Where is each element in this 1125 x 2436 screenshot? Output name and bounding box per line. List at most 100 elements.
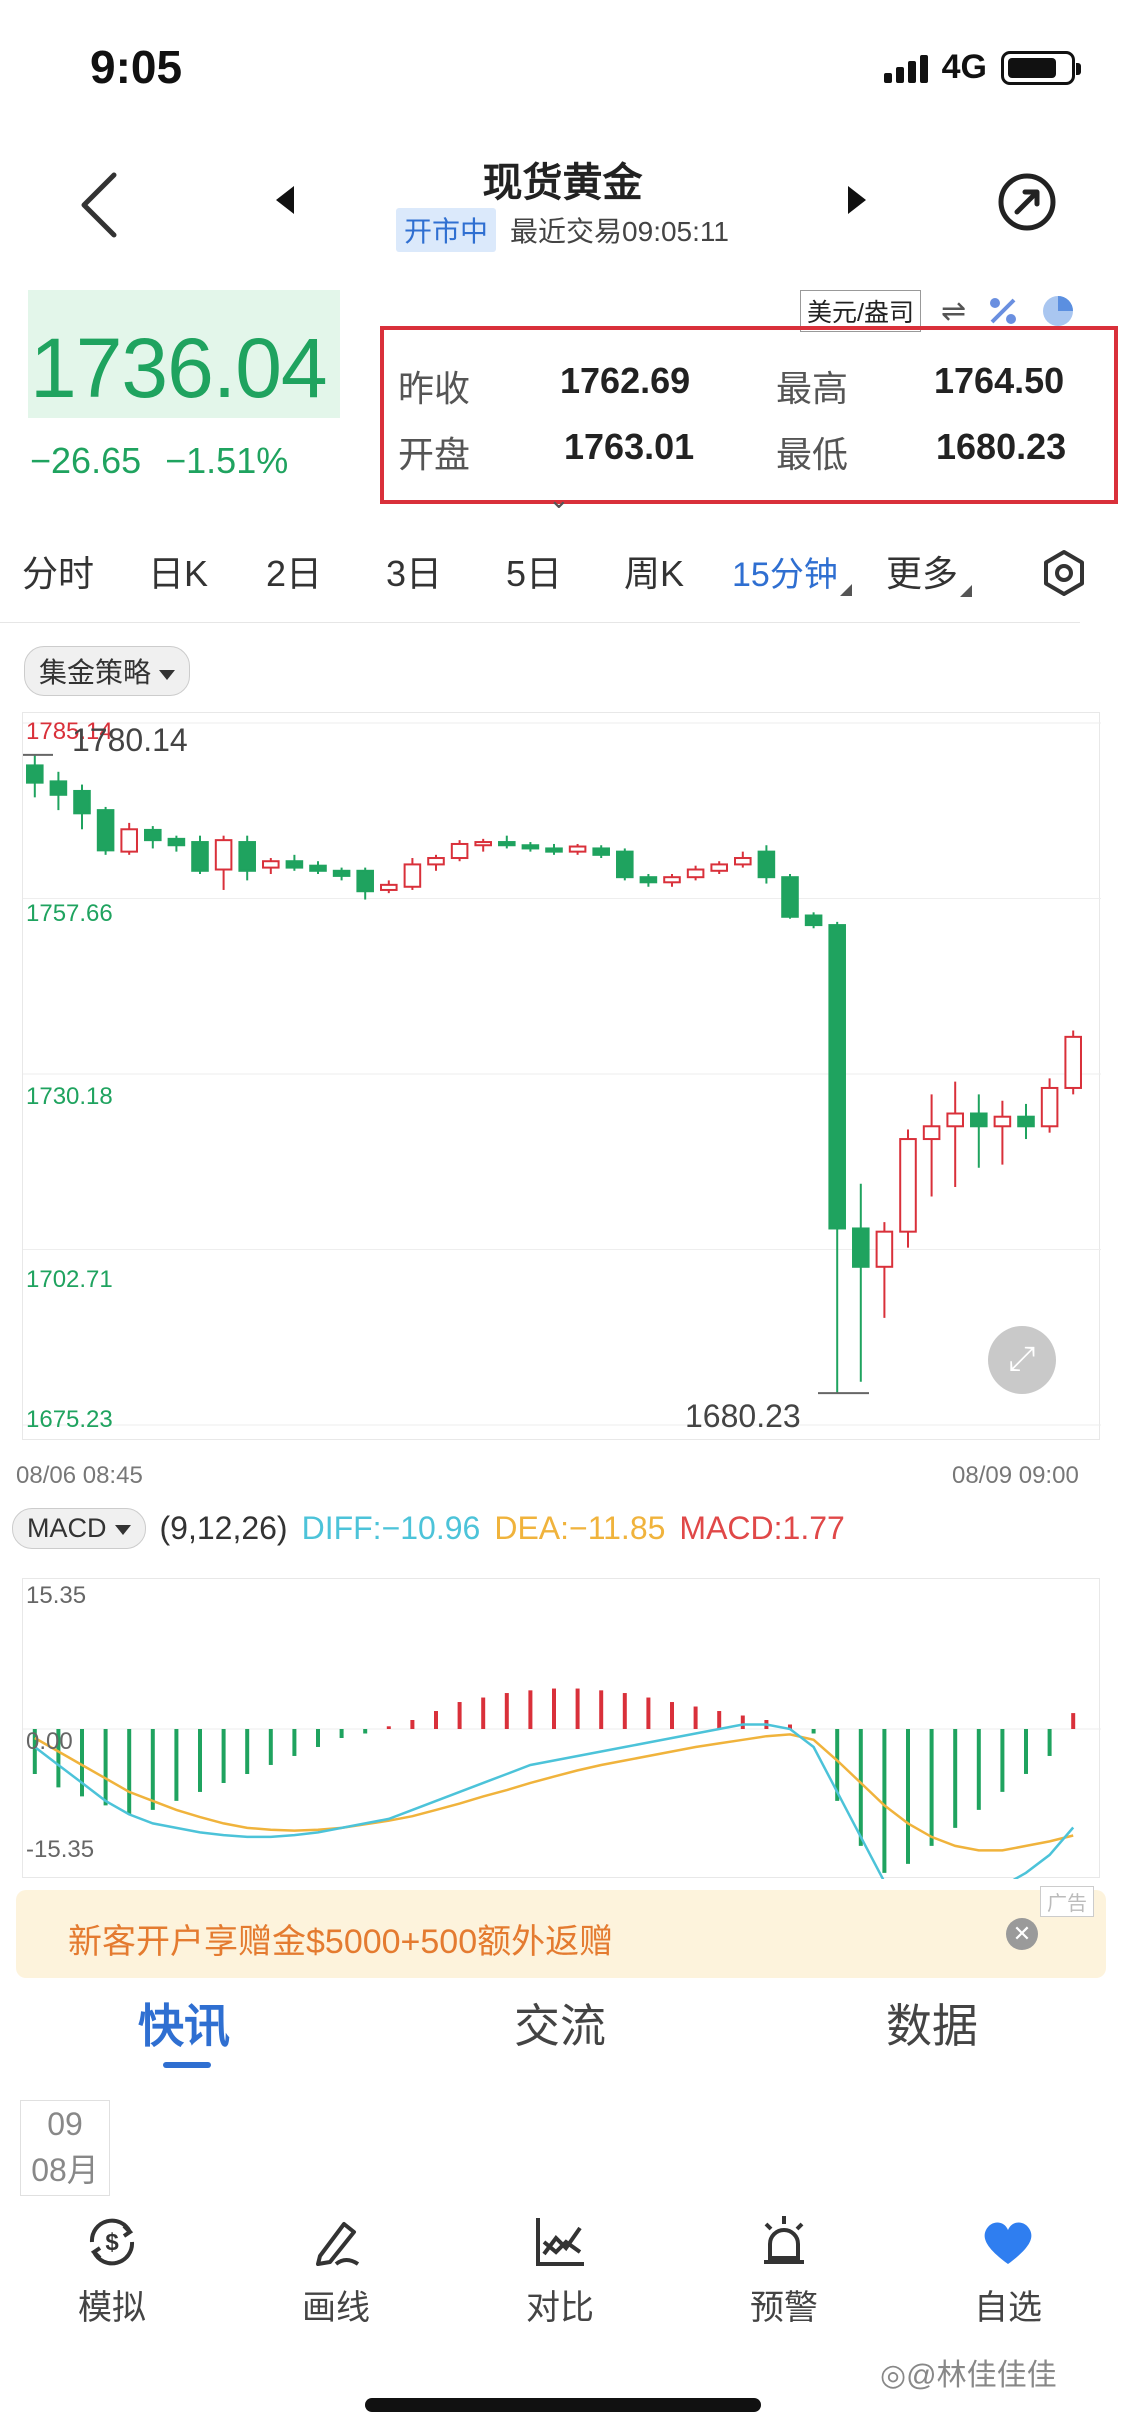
macd-y-top: 15.35 bbox=[26, 1582, 87, 1609]
divider bbox=[0, 622, 1080, 623]
heart-icon bbox=[984, 2222, 1032, 2264]
candle-body bbox=[710, 863, 728, 872]
tab-weekly-k[interactable]: 周K bbox=[624, 545, 684, 597]
candle-body bbox=[639, 876, 658, 884]
y-axis-label: 1675.23 bbox=[26, 1406, 113, 1433]
candle-body bbox=[96, 809, 115, 852]
candle-body bbox=[1040, 1086, 1059, 1128]
candle-body bbox=[592, 847, 610, 856]
candle-body bbox=[403, 863, 422, 888]
chevron-down-icon[interactable]: ⌄ bbox=[548, 484, 570, 515]
candle-body bbox=[993, 1115, 1012, 1128]
tab-2-day[interactable]: 2日 bbox=[266, 545, 322, 597]
macd-diff: DIFF:−10.96 bbox=[301, 1510, 481, 1546]
alarm-icon bbox=[764, 2216, 804, 2264]
tab-more[interactable]: 更多 bbox=[886, 545, 973, 597]
strategy-selector[interactable]: 集金策略 bbox=[24, 646, 191, 696]
pie-chart-icon[interactable] bbox=[1040, 293, 1076, 329]
expand-icon[interactable]: ⤢ bbox=[988, 1326, 1056, 1394]
candle-body bbox=[144, 828, 162, 842]
market-status-line: 开市中 最近交易09:05:11 bbox=[0, 208, 1125, 252]
candle-body bbox=[427, 857, 445, 866]
candlestick-svg bbox=[23, 722, 1101, 1426]
tab-discussion[interactable]: 交流 bbox=[514, 1990, 606, 2056]
promo-banner[interactable]: 新客开户享赠金$5000+500额外返赠 ✕ bbox=[16, 1890, 1106, 1978]
candle-body bbox=[450, 842, 469, 860]
dropdown-corner-icon bbox=[960, 585, 973, 597]
macd-chart[interactable] bbox=[22, 1578, 1101, 1902]
candle-body bbox=[356, 869, 374, 893]
candle-body bbox=[167, 837, 186, 847]
nav-draw[interactable]: 画线 bbox=[256, 2200, 416, 2329]
macd-y-mid: 0.00 bbox=[26, 1728, 73, 1755]
nav-alert[interactable]: 预警 bbox=[704, 2200, 864, 2329]
candle-body bbox=[804, 914, 823, 927]
dropdown-icon bbox=[159, 669, 176, 680]
status-icons: 4G bbox=[883, 48, 1081, 87]
date-day: 09 bbox=[47, 2106, 83, 2142]
candle-body bbox=[734, 857, 752, 866]
candle-body bbox=[26, 764, 44, 784]
tab-daily-k[interactable]: 日K bbox=[148, 545, 208, 597]
candle-body bbox=[332, 869, 351, 877]
candle-body bbox=[1017, 1115, 1035, 1128]
macd-legend: MACD (9,12,26) DIFF:−10.96 DEA:−11.85 MA… bbox=[12, 1508, 845, 1549]
date-month: 08月 bbox=[31, 2152, 99, 2188]
home-indicator[interactable] bbox=[365, 2398, 761, 2412]
dea-line bbox=[34, 1733, 1074, 1852]
network-type: 4G bbox=[941, 48, 987, 86]
nav-watchlist[interactable]: 自选 bbox=[928, 2200, 1088, 2329]
candle-body bbox=[663, 876, 681, 884]
candle-body bbox=[214, 839, 233, 871]
tab-5-day[interactable]: 5日 bbox=[506, 545, 562, 597]
candle-body bbox=[922, 1125, 941, 1141]
next-icon[interactable] bbox=[842, 180, 872, 220]
header: 现货黄金 开市中 最近交易09:05:11 bbox=[0, 140, 1125, 260]
tab-intraday[interactable]: 分时 bbox=[22, 545, 94, 597]
tab-15-min-label: 15分钟 bbox=[732, 556, 838, 594]
ohlc-panel[interactable]: 昨收 1762.69 最高 1764.50 开盘 1763.01 最低 1680… bbox=[380, 326, 1118, 504]
gear-icon[interactable] bbox=[1040, 549, 1088, 597]
candle-body bbox=[970, 1112, 988, 1128]
change-percent: −1.51% bbox=[165, 440, 289, 481]
nav-compare-label: 对比 bbox=[526, 2289, 594, 2327]
bottom-nav: $ 模拟 画线 对比 预警 自选 bbox=[0, 2200, 1125, 2340]
candlestick-chart[interactable] bbox=[22, 712, 1101, 1440]
macd-dea: DEA:−11.85 bbox=[494, 1510, 666, 1546]
candle-body bbox=[474, 841, 492, 847]
period-tabs: 分时 日K 2日 3日 5日 周K 15分钟 更多 bbox=[0, 545, 1125, 615]
last-trade-time: 最近交易09:05:11 bbox=[510, 216, 729, 247]
tab-3-day[interactable]: 3日 bbox=[386, 545, 442, 597]
indicator-label: MACD bbox=[27, 1513, 107, 1543]
tab-news[interactable]: 快讯 bbox=[138, 1990, 230, 2056]
high-label: 最高 bbox=[776, 368, 849, 409]
candle-body bbox=[498, 841, 516, 847]
close-icon[interactable]: ✕ bbox=[1006, 1918, 1038, 1950]
price-change: −26.65 −1.51% bbox=[30, 440, 312, 482]
candle-body bbox=[120, 828, 138, 853]
swap-icon[interactable]: ⇌ bbox=[941, 294, 966, 329]
indicator-selector[interactable]: MACD bbox=[12, 1508, 146, 1549]
high-value: 1764.50 bbox=[934, 360, 1065, 401]
market-status-badge: 开市中 bbox=[396, 208, 497, 252]
refresh-icon[interactable] bbox=[995, 170, 1059, 234]
tab-15-min[interactable]: 15分钟 bbox=[732, 547, 852, 596]
nav-compare[interactable]: 对比 bbox=[480, 2200, 640, 2329]
candle-body bbox=[309, 864, 327, 872]
date-badge: 09 08月 bbox=[20, 2100, 110, 2196]
svg-text:$: $ bbox=[105, 2229, 119, 2256]
candle-body bbox=[521, 844, 540, 850]
signal-icon bbox=[883, 53, 928, 83]
change-value: −26.65 bbox=[30, 440, 142, 481]
dropdown-corner-icon bbox=[839, 584, 852, 596]
tab-data[interactable]: 数据 bbox=[886, 1990, 978, 2056]
nav-watchlist-label: 自选 bbox=[974, 2289, 1042, 2327]
pen-icon bbox=[316, 2222, 360, 2266]
tab-more-label: 更多 bbox=[886, 553, 959, 594]
dollar-cycle-icon: $ bbox=[89, 2218, 135, 2266]
y-axis-label: 1702.71 bbox=[26, 1266, 113, 1293]
macd-svg bbox=[23, 1688, 1101, 1902]
nav-simulate[interactable]: $ 模拟 bbox=[32, 2200, 192, 2329]
percent-icon[interactable] bbox=[986, 294, 1020, 328]
candle-body bbox=[875, 1230, 894, 1268]
